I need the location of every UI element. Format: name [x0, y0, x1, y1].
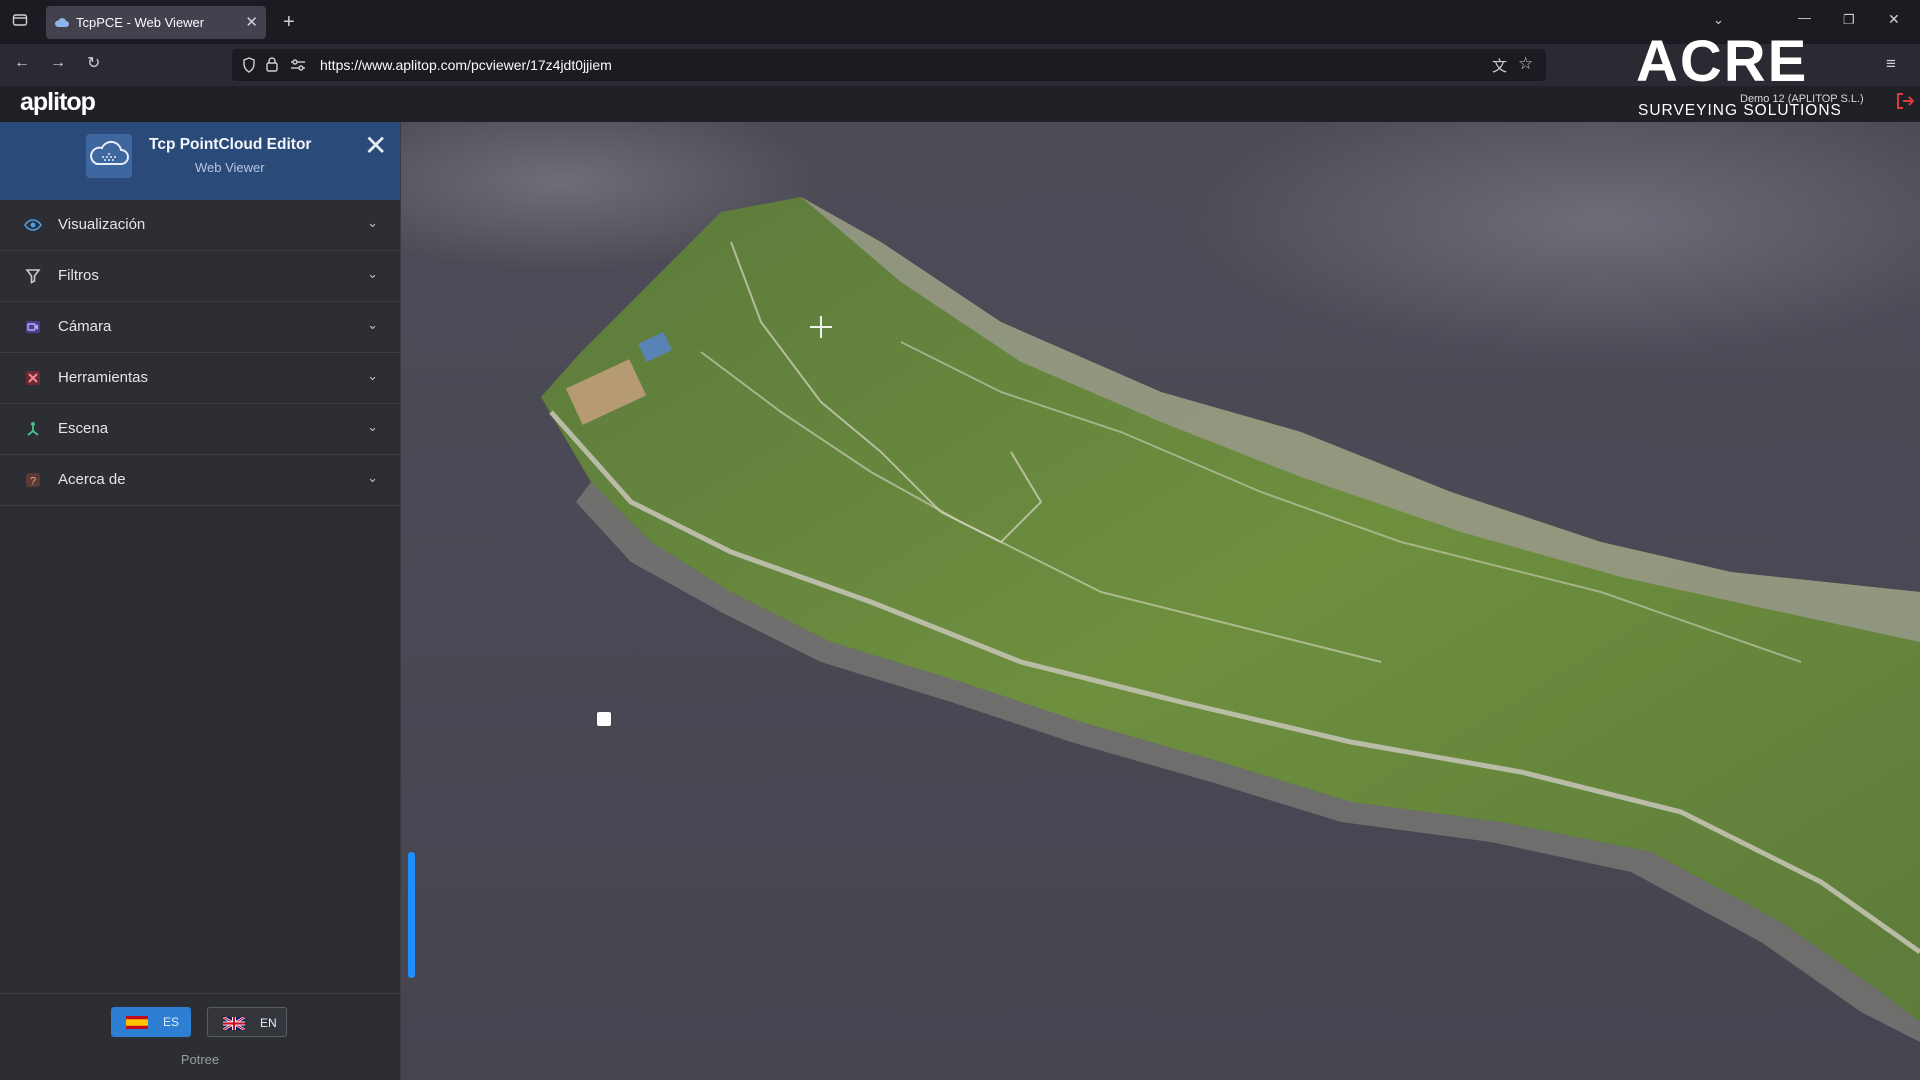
minimize-icon[interactable]: — — [1798, 10, 1811, 25]
menu-label: Escena — [58, 420, 109, 437]
chevron-down-icon: ⌄ — [367, 317, 378, 332]
permissions-icon[interactable] — [290, 58, 306, 77]
scene-icon — [24, 420, 42, 438]
lock-icon[interactable] — [266, 57, 278, 77]
language-es-label: ES — [163, 1015, 180, 1029]
tab-list-icon[interactable] — [12, 12, 28, 33]
point-cloud-render — [401, 122, 1920, 1042]
menu-item-camara[interactable]: Cámara ⌄ — [0, 302, 400, 353]
translate-icon[interactable]: 文 — [1492, 55, 1507, 76]
reload-icon[interactable]: ↻ — [87, 53, 100, 73]
footer-potree-label: Potree — [180, 1052, 220, 1067]
close-tab-icon[interactable]: ✕ — [245, 13, 258, 31]
acre-watermark-logo: ACRE SURVEYING SOLUTIONS — [1636, 32, 1872, 120]
language-en-button[interactable]: EN — [207, 1007, 287, 1037]
sidebar-resize-handle[interactable] — [408, 852, 415, 978]
panel-title: Tcp PointCloud Editor — [149, 136, 312, 153]
menu-item-herramientas[interactable]: Herramientas ⌄ — [0, 353, 400, 404]
app-menu-icon[interactable]: ≡ — [1886, 54, 1896, 74]
uk-flag-icon — [222, 1015, 246, 1032]
spain-flag-icon — [126, 1016, 148, 1029]
chevron-down-icon: ⌄ — [367, 215, 378, 230]
tab-overflow-chevron-icon[interactable]: ⌄ — [1713, 12, 1724, 28]
shield-icon[interactable] — [242, 57, 256, 78]
svg-text:?: ? — [30, 476, 36, 488]
bookmark-star-icon[interactable]: ☆ — [1518, 54, 1533, 74]
new-tab-icon[interactable]: + — [283, 11, 295, 34]
menu-label: Filtros — [58, 267, 99, 284]
filter-icon — [24, 267, 42, 285]
restore-icon[interactable]: ❐ — [1843, 12, 1855, 28]
footer-divider — [0, 993, 400, 994]
language-es-button[interactable]: ES — [111, 1007, 191, 1037]
browser-tab[interactable]: TcpPCE - Web Viewer ✕ — [46, 6, 266, 39]
chevron-down-icon: ⌄ — [367, 266, 378, 281]
app-bar — [0, 86, 1920, 122]
chevron-down-icon: ⌄ — [367, 368, 378, 383]
window-close-icon[interactable]: ✕ — [1888, 11, 1900, 28]
back-icon[interactable]: ← — [14, 54, 30, 72]
camera-icon — [24, 318, 42, 336]
tools-icon — [24, 369, 42, 387]
menu-item-escena[interactable]: Escena ⌄ — [0, 404, 400, 455]
forward-icon[interactable]: → — [50, 54, 66, 72]
tab-title: TcpPCE - Web Viewer — [76, 15, 205, 30]
cursor-marker — [597, 712, 611, 726]
menu-item-acerca-de[interactable]: ? Acerca de ⌄ — [0, 455, 400, 506]
menu-label: Herramientas — [58, 369, 149, 386]
logout-icon[interactable] — [1895, 91, 1915, 116]
sidebar-panel: Tcp PointCloud Editor Web Viewer ✕ Visua… — [0, 122, 401, 1080]
menu-label: Acerca de — [58, 471, 126, 488]
cloud-icon — [54, 16, 69, 31]
close-panel-icon[interactable]: ✕ — [364, 132, 387, 160]
chevron-down-icon: ⌄ — [367, 470, 378, 485]
acre-logo-subtitle: SURVEYING SOLUTIONS — [1638, 102, 1842, 119]
menu-item-filtros[interactable]: Filtros ⌄ — [0, 251, 400, 302]
eye-icon — [24, 216, 42, 234]
aplitop-logo: aplitop — [20, 88, 96, 116]
menu-item-visualizacion[interactable]: Visualización ⌄ — [0, 200, 400, 251]
url-text: https://www.aplitop.com/pcviewer/17z4jdt… — [320, 57, 612, 73]
panel-header: Tcp PointCloud Editor Web Viewer ✕ — [0, 122, 400, 200]
menu-label: Cámara — [58, 318, 112, 335]
browser-tab-bar: TcpPCE - Web Viewer ✕ + ⌄ — ❐ ✕ — [0, 0, 1920, 44]
acre-logo-word: ACRE — [1636, 29, 1809, 94]
help-icon: ? — [24, 471, 42, 489]
address-bar[interactable]: https://www.aplitop.com/pcviewer/17z4jdt… — [232, 49, 1546, 81]
menu-label: Visualización — [58, 216, 146, 233]
chevron-down-icon: ⌄ — [367, 419, 378, 434]
panel-subtitle: Web Viewer — [195, 160, 265, 175]
point-cloud-viewport[interactable] — [401, 122, 1920, 1080]
pointcloud-cloud-icon — [86, 134, 132, 178]
language-en-label: EN — [260, 1016, 277, 1030]
